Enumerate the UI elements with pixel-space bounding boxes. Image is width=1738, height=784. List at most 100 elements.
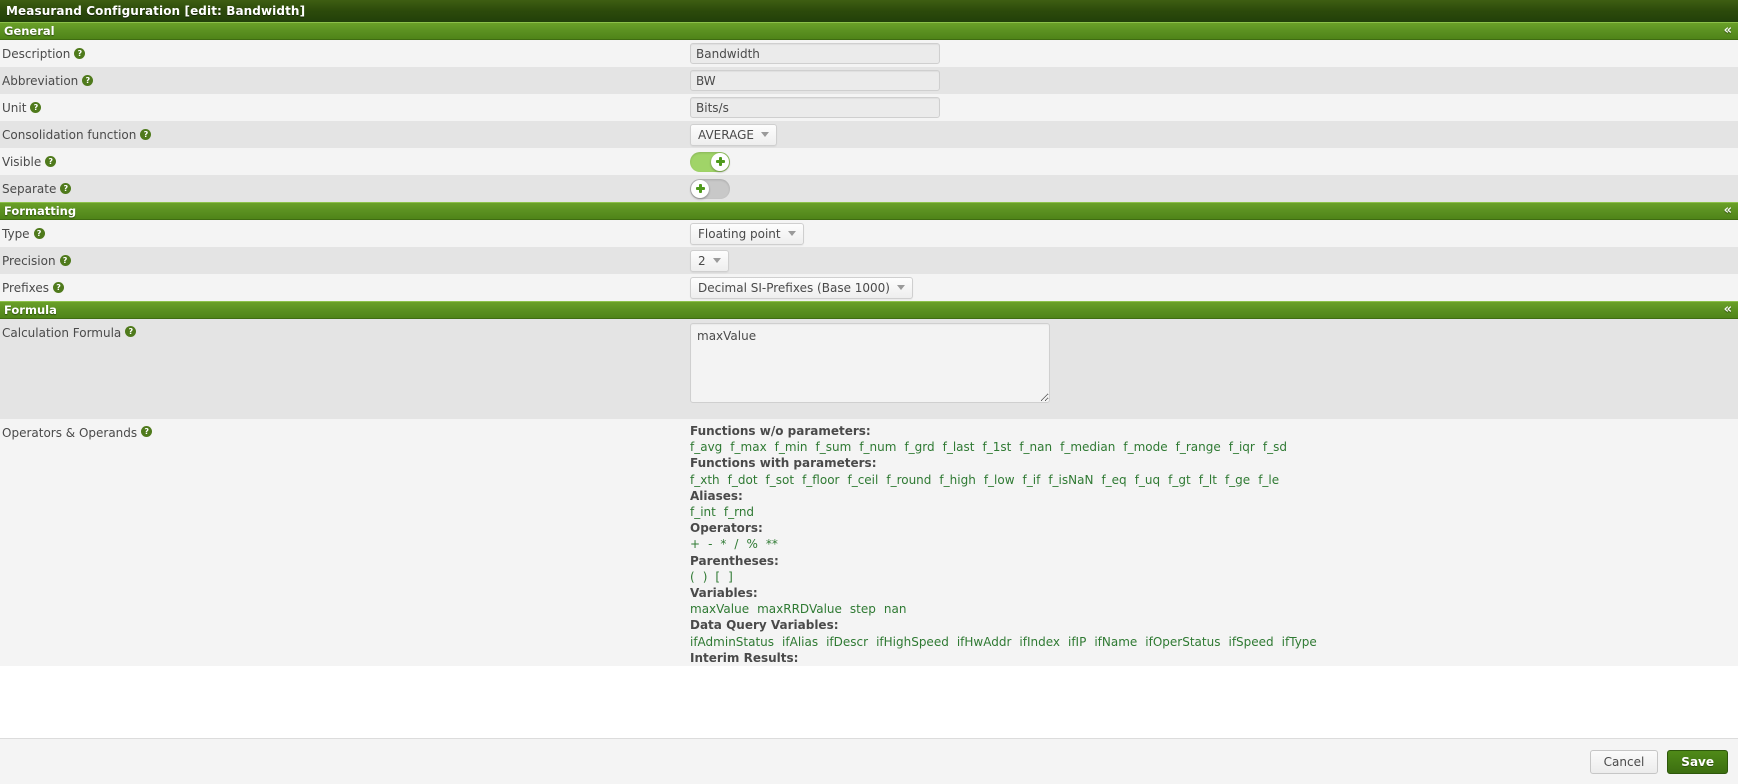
help-icon-description[interactable]: ? (74, 48, 86, 59)
help-icon-unit[interactable]: ? (30, 102, 42, 113)
operator-token[interactable]: f_gt (1168, 473, 1191, 487)
operator-token[interactable]: ifIP (1068, 635, 1086, 649)
operator-token[interactable]: f_eq (1101, 473, 1126, 487)
operator-token[interactable]: maxValue (690, 602, 749, 616)
chevron-double-up-icon-formula[interactable]: « (1724, 303, 1732, 316)
operator-token[interactable]: ifIndex (1019, 635, 1060, 649)
help-icon-calculation-formula[interactable]: ? (125, 326, 137, 337)
operator-token[interactable]: ifName (1094, 635, 1137, 649)
operator-token[interactable]: f_floor (802, 473, 839, 487)
operator-token[interactable]: ifAdminStatus (690, 635, 774, 649)
help-icon-prefixes[interactable]: ? (53, 282, 65, 293)
operator-token[interactable]: f_sd (1263, 440, 1287, 454)
section-header-formatting[interactable]: Formatting « (0, 202, 1738, 220)
help-icon-precision[interactable]: ? (59, 255, 71, 266)
row-unit: Unit ? (0, 94, 1738, 121)
field-calculation-formula: maxValue (690, 319, 1738, 403)
label-calculation-formula-text: Calculation Formula (2, 326, 122, 340)
operator-token[interactable]: * (720, 537, 726, 551)
help-icon-operators-operands[interactable]: ? (141, 426, 153, 437)
operator-token[interactable]: f_max (730, 440, 766, 454)
prefixes-select[interactable]: Decimal SI-Prefixes (Base 1000) (690, 276, 913, 299)
operator-token[interactable]: ] (728, 570, 733, 584)
visible-toggle[interactable] (690, 151, 730, 172)
description-input[interactable] (690, 43, 940, 64)
row-abbreviation: Abbreviation ? (0, 67, 1738, 94)
operator-token[interactable]: step (850, 602, 876, 616)
operator-token[interactable]: ** (766, 537, 778, 551)
operator-token[interactable]: ifHighSpeed (876, 635, 949, 649)
type-select[interactable]: Floating point (690, 222, 804, 245)
operator-token[interactable]: f_avg (690, 440, 722, 454)
operator-token[interactable]: ( (690, 570, 695, 584)
section-header-general[interactable]: General « (0, 22, 1738, 40)
help-icon-visible[interactable]: ? (45, 156, 57, 167)
abbreviation-input[interactable] (690, 70, 940, 91)
help-icon-abbreviation[interactable]: ? (82, 75, 94, 86)
section-title-general: General (4, 24, 55, 38)
precision-select[interactable]: 2 (690, 249, 729, 272)
operator-token[interactable]: f_round (886, 473, 931, 487)
help-icon-consolidation-function[interactable]: ? (140, 129, 152, 140)
operator-token[interactable]: f_range (1176, 440, 1221, 454)
label-consolidation-function-text: Consolidation function (2, 127, 137, 142)
operator-token[interactable]: % (746, 537, 757, 551)
consolidation-function-select[interactable]: AVERAGE (690, 123, 777, 146)
chevron-double-up-icon-general[interactable]: « (1724, 24, 1732, 37)
operator-token[interactable]: ifAlias (782, 635, 818, 649)
operator-token[interactable]: [ (715, 570, 720, 584)
calculation-formula-textarea[interactable]: maxValue (690, 323, 1050, 403)
operator-token[interactable]: f_lt (1199, 473, 1217, 487)
operator-token[interactable]: ) (703, 570, 708, 584)
operator-token[interactable]: f_rnd (724, 505, 754, 519)
operator-token[interactable]: ifOperStatus (1145, 635, 1220, 649)
operator-token[interactable]: f_num (859, 440, 896, 454)
separate-toggle[interactable] (690, 178, 730, 199)
label-abbreviation-text: Abbreviation (2, 73, 79, 88)
operator-token[interactable]: ifType (1282, 635, 1317, 649)
section-header-formula[interactable]: Formula « (0, 301, 1738, 319)
operator-token[interactable]: f_sot (766, 473, 795, 487)
operator-token[interactable]: ifHwAddr (957, 635, 1012, 649)
help-icon-separate[interactable]: ? (60, 183, 72, 194)
operator-token[interactable]: f_int (690, 505, 716, 519)
row-description: Description ? (0, 40, 1738, 67)
operator-token[interactable]: f_high (939, 473, 975, 487)
operator-token[interactable]: maxRRDValue (757, 602, 842, 616)
operator-token[interactable]: f_le (1258, 473, 1279, 487)
operator-token[interactable]: f_mode (1123, 440, 1167, 454)
save-button[interactable]: Save (1667, 749, 1728, 774)
operator-token[interactable]: f_ceil (847, 473, 878, 487)
row-separate: Separate ? (0, 175, 1738, 202)
operator-token[interactable]: f_uq (1135, 473, 1160, 487)
chevron-double-up-icon-formatting[interactable]: « (1724, 204, 1732, 217)
operator-token[interactable]: f_isNaN (1048, 473, 1093, 487)
operators-group-items: ifAdminStatus ifAlias ifDescr ifHighSpeed if… (690, 634, 1317, 650)
operator-token[interactable]: nan (884, 602, 907, 616)
operator-token[interactable]: f_last (943, 440, 975, 454)
operator-token[interactable]: f_iqr (1229, 440, 1255, 454)
operator-token[interactable]: f_min (775, 440, 808, 454)
cancel-button[interactable]: Cancel (1589, 749, 1659, 774)
operator-token[interactable]: f_nan (1019, 440, 1052, 454)
operator-token[interactable]: f_dot (728, 473, 758, 487)
operator-token[interactable]: + (690, 537, 700, 551)
operator-token[interactable]: / (734, 537, 738, 551)
operator-token[interactable]: f_if (1023, 473, 1041, 487)
unit-input[interactable] (690, 97, 940, 118)
label-unit-text: Unit (2, 100, 27, 115)
operators-group-items: + - * /% ** (690, 536, 1317, 552)
operator-token[interactable]: ifSpeed (1228, 635, 1273, 649)
operator-token[interactable]: f_xth (690, 473, 720, 487)
operator-token[interactable]: f_ge (1225, 473, 1250, 487)
help-icon-type[interactable]: ? (33, 228, 45, 239)
operator-token[interactable]: f_low (984, 473, 1015, 487)
operator-token[interactable]: f_sum (816, 440, 852, 454)
operator-token[interactable]: f_grd (904, 440, 934, 454)
operator-token[interactable]: - (708, 537, 712, 551)
field-consolidation-function: AVERAGE (690, 123, 1738, 146)
operator-token[interactable]: f_1st (983, 440, 1012, 454)
operator-token[interactable]: ifDescr (826, 635, 868, 649)
operator-token[interactable]: f_median (1060, 440, 1115, 454)
window-title-bar: Measurand Configuration [edit: Bandwidth… (0, 0, 1738, 22)
